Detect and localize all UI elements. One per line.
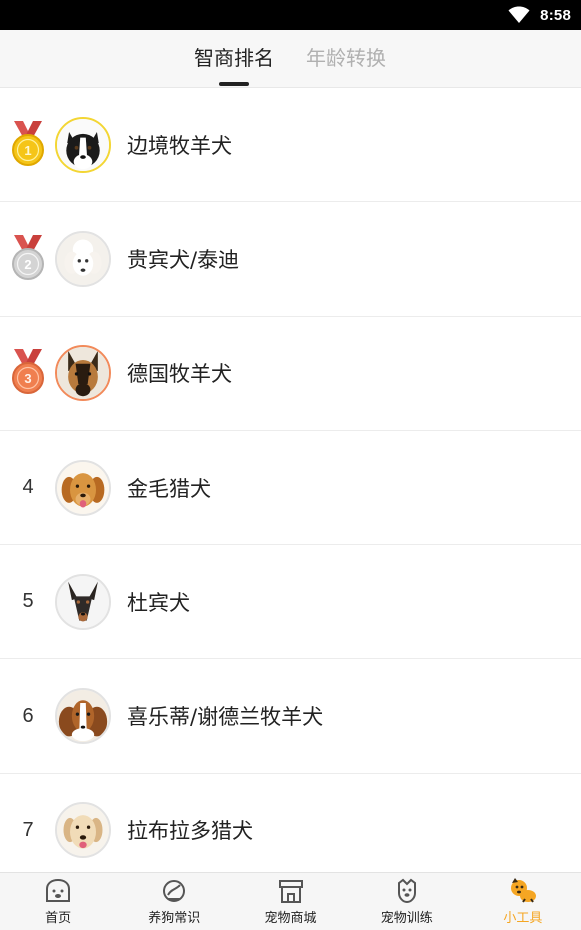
avatar [55,802,111,859]
rank-number: 4 [22,476,34,499]
status-time: 8:58 [540,6,571,24]
dog-name: 喜乐蒂/谢德兰牧羊犬 [127,705,324,730]
status-bar: 8:58 [0,0,581,30]
avatar [55,688,111,745]
tab-age-conversion[interactable]: 年龄转换 [306,30,386,88]
golden-retriever-photo [57,461,109,514]
nav-label: 宠物训练 [380,911,433,926]
bronze-medal-icon: 3 [12,349,44,395]
nav-label: 小工具 [503,911,543,926]
rank-number: 6 [22,704,34,727]
nav-label: 养狗常识 [148,911,201,926]
dog-name: 拉布拉多猎犬 [127,819,253,844]
nav-shop[interactable]: 宠物商城 [232,873,348,930]
tab-bar: 智商排名 年龄转换 [0,30,581,88]
svg-text:2: 2 [24,257,31,272]
nav-tools[interactable]: 小工具 [465,873,581,930]
dog-ranking-list: 1 边境牧羊犬 2 贵宾犬/泰迪 3 德国牧羊犬 4 金毛猎犬 5 杜宾犬 6 … [0,88,581,889]
list-item[interactable]: 2 贵宾犬/泰迪 [0,202,581,317]
list-item[interactable]: 7 拉布拉多猎犬 [0,773,581,889]
dog-name: 杜宾犬 [127,590,190,615]
nav-label: 宠物商城 [264,911,317,926]
nav-knowledge[interactable]: 养狗常识 [116,873,232,930]
avatar [55,345,111,402]
nav-label: 首页 [45,911,72,926]
dog-name: 边境牧羊犬 [127,133,232,158]
tab-iq-ranking[interactable]: 智商排名 [194,30,274,88]
avatar [55,116,111,173]
sheltie-photo [57,690,109,743]
list-item[interactable]: 3 德国牧羊犬 [0,316,581,431]
rank-number: 7 [22,818,34,841]
avatar [55,573,111,630]
avatar [55,230,111,287]
rank-number: 5 [22,590,34,613]
wifi-icon [508,6,530,23]
dog-name: 金毛猎犬 [127,476,211,501]
list-item[interactable]: 6 喜乐蒂/谢德兰牧羊犬 [0,659,581,774]
svg-text:3: 3 [24,371,31,386]
bottom-nav: 首页 养狗常识 宠物商城 宠物训练 小工具 [0,872,581,930]
training-icon [397,878,416,904]
list-item[interactable]: 5 杜宾犬 [0,545,581,660]
list-item[interactable]: 1 边境牧羊犬 [0,88,581,203]
avatar [55,459,111,516]
nav-home[interactable]: 首页 [0,873,116,930]
gold-medal-icon: 1 [12,120,44,166]
doberman-photo [57,575,109,628]
silver-medal-icon: 2 [12,234,44,280]
border-collie-photo [57,118,109,171]
labrador-photo [57,804,109,857]
poodle-photo [57,232,109,285]
home-dog-icon [46,878,71,902]
dog-name: 德国牧羊犬 [127,362,232,387]
tools-dog-icon [510,878,536,903]
knowledge-icon [163,880,186,902]
tab-active-indicator [219,82,249,86]
nav-training[interactable]: 宠物训练 [349,873,465,930]
dog-name: 贵宾犬/泰迪 [127,247,240,272]
list-item[interactable]: 4 金毛猎犬 [0,430,581,546]
german-shepherd-photo [57,347,109,400]
shop-icon [278,880,303,903]
svg-text:1: 1 [24,143,31,158]
